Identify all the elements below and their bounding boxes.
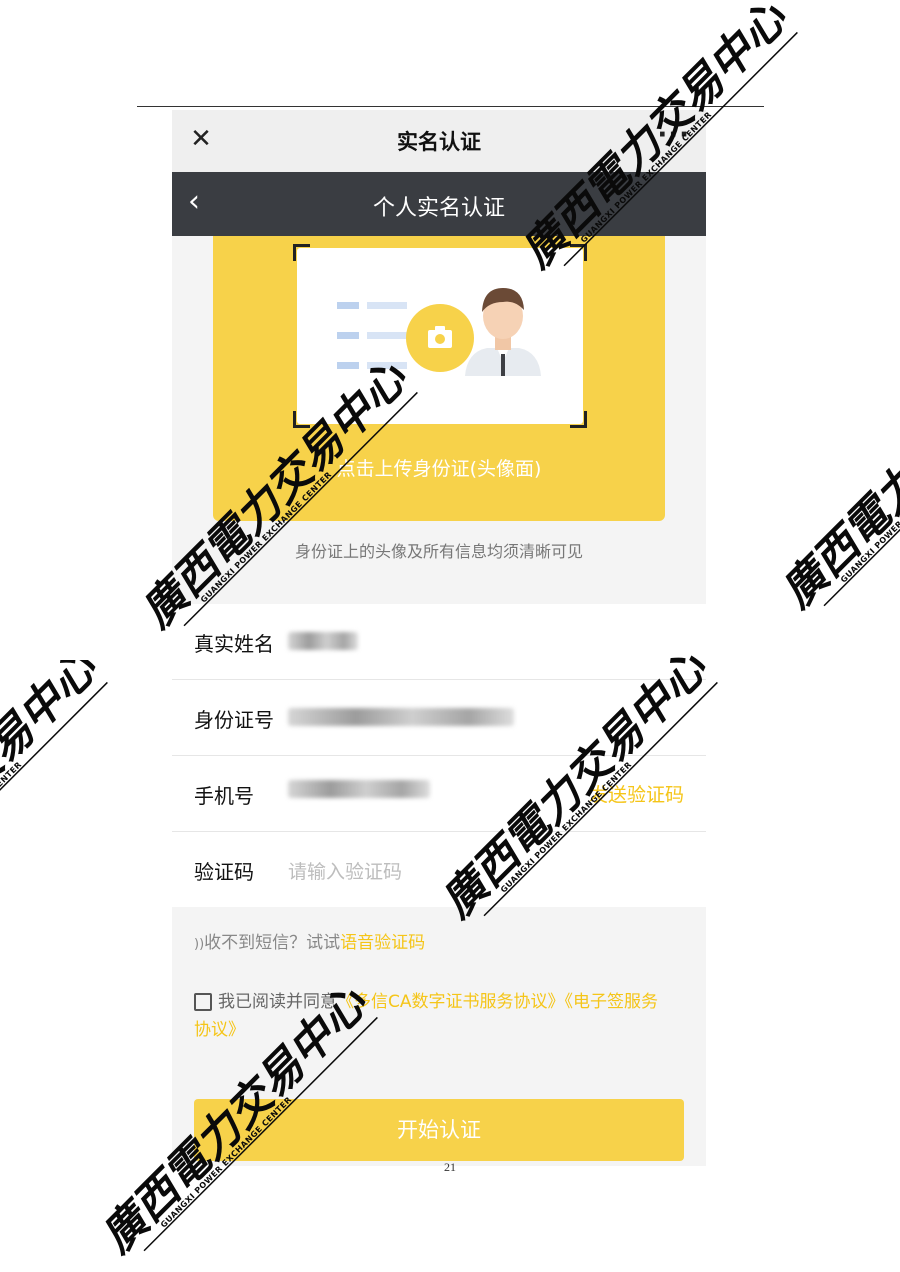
wechat-title-bar: ✕ 实名认证 ···: [172, 110, 706, 172]
id-upload-card[interactable]: 点击上传身份证(头像面): [213, 236, 665, 521]
phone-screenshot: ✕ 实名认证 ··· ‹ 个人实名认证 点击上传身份证(头像面) 身份证上的头像…: [172, 110, 706, 1166]
send-code-button[interactable]: 发送验证码: [589, 780, 684, 807]
camera-icon[interactable]: [406, 304, 474, 372]
voice-code-link[interactable]: 语音验证码: [340, 933, 425, 953]
name-label: 真实姓名: [194, 632, 274, 656]
sound-icon: )): [194, 937, 205, 952]
svg-text:GUANGXI POWER EXCHANGE CENTER: GUANGXI POWER EXCHANGE CENTER: [0, 760, 23, 840]
code-label: 验证码: [194, 860, 254, 884]
id-number-field[interactable]: [288, 708, 514, 726]
agree-checkbox[interactable]: [194, 993, 212, 1011]
voice-prefix: 收不到短信？试试: [204, 933, 341, 953]
agreement-line: 我已阅读并同意《多信CA数字证书服务协议》《电子签服务协议》: [194, 988, 674, 1044]
watermark-stamp: 廣西電力交易中心 GUANGXI POWER EXCHANGE CENTER: [780, 440, 900, 618]
code-input[interactable]: 请输入验证码: [288, 857, 402, 884]
id-row: 身份证号: [172, 680, 706, 756]
id-label: 身份证号: [194, 708, 274, 732]
svg-text:廣西電力交易中心: 廣西電力交易中心: [780, 440, 900, 618]
voice-code-line: ))收不到短信？试试语音验证码: [194, 928, 425, 953]
phone-field[interactable]: [288, 780, 430, 798]
nav-bar: ‹ 个人实名认证: [172, 172, 706, 236]
more-icon[interactable]: ···: [657, 120, 690, 150]
page-number: 21: [444, 1160, 456, 1174]
svg-text:GUANGXI POWER EXCHANGE CENTER: GUANGXI POWER EXCHANGE CENTER: [839, 450, 900, 585]
code-row: 验证码 请输入验证码: [172, 832, 706, 907]
name-row: 真实姓名: [172, 604, 706, 680]
upload-hint: 身份证上的头像及所有信息均须清晰可见: [294, 542, 583, 561]
svg-text:廣西電力交易中心: 廣西電力交易中心: [0, 660, 108, 840]
wechat-title: 实名认证: [397, 130, 481, 154]
upload-label: 点击上传身份证(头像面): [336, 458, 542, 480]
phone-row: 手机号 发送验证码: [172, 756, 706, 832]
page-header-rule: [137, 106, 764, 107]
agreement-prefix: 我已阅读并同意: [218, 992, 337, 1012]
phone-label: 手机号: [194, 784, 254, 808]
identity-form: 真实姓名 身份证号 手机号 发送验证码 验证码 请输入验证码: [172, 604, 706, 907]
page-title: 个人实名认证: [372, 196, 505, 221]
start-verification-button[interactable]: 开始认证: [194, 1099, 684, 1161]
watermark-stamp: 廣西電力交易中心 GUANGXI POWER EXCHANGE CENTER: [0, 660, 108, 840]
name-field[interactable]: [288, 632, 358, 650]
